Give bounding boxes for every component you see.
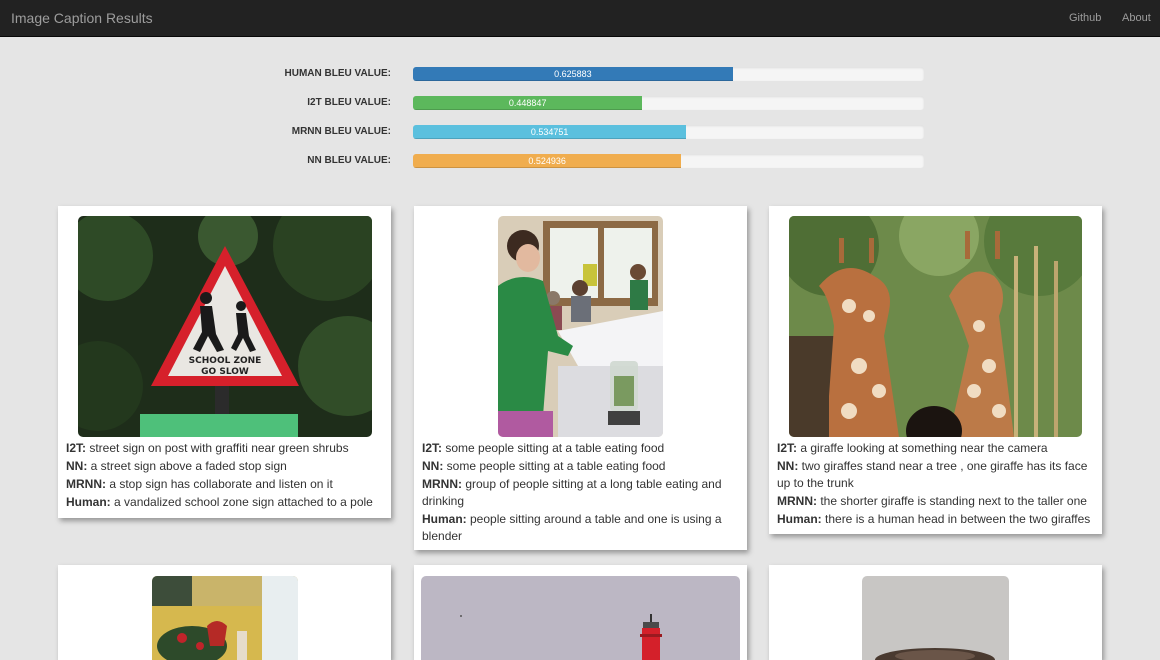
red-lighthouse-photo-icon <box>421 576 740 660</box>
bleu-bar-human: 0.625883 <box>413 67 733 81</box>
bleu-progress-nn: 0.524936 <box>413 154 924 168</box>
caption-human: Human: people sitting around a table and… <box>422 512 722 543</box>
sign-text-line-2: GO SLOW <box>201 367 249 377</box>
result-card-4 <box>58 565 391 660</box>
card-image-5 <box>421 576 740 660</box>
card-image-6 <box>862 576 1009 660</box>
caption-nn: NN: a street sign above a faded stop sig… <box>66 459 287 473</box>
caption-mrnn: MRNN: group of people sitting at a long … <box>422 477 722 508</box>
navbar: Image Caption Results Github About <box>0 0 1160 37</box>
bleu-bar-mrnn: 0.534751 <box>413 125 687 139</box>
bleu-label-mrnn: MRNN BLEU VALUE: <box>291 126 391 137</box>
food-plate-photo-icon <box>862 576 1009 660</box>
nav-link-github[interactable]: Github <box>1069 12 1101 24</box>
result-card-1: SCHOOL ZONE GO SLOW I2T: street sign on … <box>58 206 391 518</box>
caption-i2t: I2T: a giraffe looking at something near… <box>777 441 1048 455</box>
navbar-brand[interactable]: Image Caption Results <box>11 10 153 26</box>
caption-human: Human: there is a human head in between … <box>777 512 1091 526</box>
bleu-label-nn: NN BLEU VALUE: <box>307 155 391 166</box>
people-at-table-photo-icon <box>498 216 663 437</box>
result-card-3: I2T: a giraffe looking at something near… <box>769 206 1102 534</box>
card-captions-1: I2T: street sign on post with graffiti n… <box>66 440 383 512</box>
caption-i2t: I2T: street sign on post with graffiti n… <box>66 441 349 455</box>
card-image-4 <box>152 576 298 660</box>
nav-link-about[interactable]: About <box>1122 12 1151 24</box>
result-card-2: I2T: some people sitting at a table eati… <box>414 206 747 550</box>
caption-nn: NN: some people sitting at a table eatin… <box>422 459 666 473</box>
card-captions-2: I2T: some people sitting at a table eati… <box>422 440 739 546</box>
result-card-5 <box>414 565 747 660</box>
result-card-6 <box>769 565 1102 660</box>
caption-human: Human: a vandalized school zone sign att… <box>66 495 373 509</box>
giraffes-photo-icon <box>789 216 1082 437</box>
school-zone-sign-photo-icon: SCHOOL ZONE GO SLOW <box>78 216 372 437</box>
bleu-label-i2t: I2T BLEU VALUE: <box>307 97 391 108</box>
caption-mrnn: MRNN: the shorter giraffe is standing ne… <box>777 494 1087 508</box>
bleu-progress-human: 0.625883 <box>413 67 924 81</box>
bleu-label-human: HUMAN BLEU VALUE: <box>284 68 391 79</box>
bleu-bar-i2t: 0.448847 <box>413 96 643 110</box>
caption-i2t: I2T: some people sitting at a table eati… <box>422 441 665 455</box>
sign-text-line-1: SCHOOL ZONE <box>189 356 262 366</box>
card-image-3 <box>789 216 1082 437</box>
card-image-1: SCHOOL ZONE GO SLOW <box>78 216 372 437</box>
card-image-2 <box>498 216 663 437</box>
caption-nn: NN: two giraffes stand near a tree , one… <box>777 459 1088 490</box>
christmas-decor-photo-icon <box>152 576 298 660</box>
card-captions-3: I2T: a giraffe looking at something near… <box>777 440 1094 529</box>
bleu-progress-mrnn: 0.534751 <box>413 125 924 139</box>
bleu-bar-nn: 0.524936 <box>413 154 682 168</box>
bleu-progress-i2t: 0.448847 <box>413 96 924 110</box>
caption-mrnn: MRNN: a stop sign has collaborate and li… <box>66 477 333 491</box>
